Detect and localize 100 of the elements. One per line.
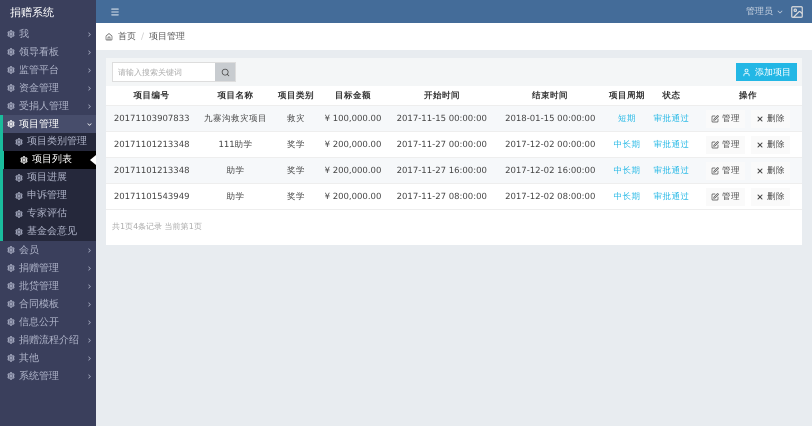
table-cell: 奖学 (274, 158, 318, 184)
table-cell: 助学 (197, 158, 274, 184)
edit-icon (710, 192, 719, 200)
sidebar-item[interactable]: 资金管理 (0, 79, 96, 97)
table-cell: 20171103907833 (106, 106, 198, 132)
sidebar-item[interactable]: 会员 (0, 241, 96, 259)
close-icon (756, 140, 764, 148)
table-cell: ¥ 200,000.00 (318, 132, 388, 158)
gear-icon (7, 336, 15, 344)
sidebar-item[interactable]: 合同模板 (0, 295, 96, 313)
submenu-item[interactable]: 基金会意见 (3, 223, 96, 241)
sidebar-item[interactable]: 项目管理 (0, 115, 96, 133)
user-icon (742, 68, 751, 76)
table-cell: 2017-11-27 08:00:00 (388, 184, 496, 210)
chevron-icon (86, 354, 93, 362)
table-cell: 20171101213348 (106, 132, 198, 158)
table-cell: ¥ 100,000.00 (318, 106, 388, 132)
gear-icon (7, 354, 15, 362)
sidebar-item[interactable]: 系统管理 (0, 367, 96, 385)
table-cell: 2018-01-15 00:00:00 (496, 106, 604, 132)
home-icon (105, 32, 113, 40)
broken-image-icon (790, 4, 804, 18)
chevron-icon (86, 282, 93, 290)
manage-button[interactable]: 管理 (706, 188, 745, 206)
chevron-icon (86, 264, 93, 272)
sidebar-item[interactable]: 受捐人管理 (0, 97, 96, 115)
chevron-icon (86, 84, 93, 92)
search-icon (220, 68, 230, 76)
close-icon (756, 192, 764, 200)
close-icon (756, 114, 764, 122)
chevron-icon (86, 120, 93, 128)
user-name: 管理员 (746, 6, 773, 18)
gear-icon (7, 30, 15, 38)
gear-icon (7, 48, 15, 56)
gear-icon (7, 318, 15, 326)
table-cell: 救灾 (274, 106, 318, 132)
sidebar-item[interactable]: 我 (0, 25, 96, 43)
submenu-item[interactable]: 项目列表 (0, 151, 96, 169)
gear-icon (15, 138, 23, 146)
manage-button[interactable]: 管理 (706, 162, 745, 180)
edit-icon (710, 114, 719, 122)
chevron-icon (86, 102, 93, 110)
chevron-icon (86, 300, 93, 308)
gear-icon (7, 84, 15, 92)
sidebar-item[interactable]: 其他 (0, 349, 96, 367)
table-cell: 2017-11-27 16:00:00 (388, 158, 496, 184)
chevron-icon (86, 246, 93, 254)
table-cell: 2017-12-02 08:00:00 (496, 184, 604, 210)
table-cell: 九寨沟救灾项目 (197, 106, 274, 132)
gear-icon (7, 372, 15, 380)
table-cell: 2017-11-15 00:00:00 (388, 106, 496, 132)
table-cell: 2017-12-02 16:00:00 (496, 158, 604, 184)
submenu-item[interactable]: 项目进展 (3, 169, 96, 187)
delete-button[interactable]: 删除 (750, 136, 790, 154)
table-cell: 111助学 (197, 132, 274, 158)
manage-button[interactable]: 管理 (706, 136, 745, 154)
table-cell: 助学 (197, 184, 274, 210)
gear-icon (7, 246, 15, 254)
chevron-icon (86, 30, 93, 38)
gear-icon (7, 300, 15, 308)
sidebar-item[interactable]: 批贷管理 (0, 277, 96, 295)
gear-icon (20, 156, 28, 164)
gear-icon (15, 210, 23, 218)
table-cell: 奖学 (274, 132, 318, 158)
sidebar-item[interactable]: 捐赠管理 (0, 259, 96, 277)
chevron-icon (86, 372, 93, 380)
breadcrumb-separator: / (141, 32, 144, 42)
submenu-item[interactable]: 申诉管理 (3, 187, 96, 205)
menu-icon[interactable] (110, 6, 120, 16)
sidebar-item[interactable]: 领导看板 (0, 43, 96, 61)
chevron-icon (86, 336, 93, 344)
gear-icon (7, 66, 15, 74)
delete-button[interactable]: 删除 (750, 110, 790, 128)
search-button[interactable] (215, 63, 235, 81)
gear-icon (7, 120, 15, 128)
manage-button[interactable]: 管理 (706, 110, 745, 128)
breadcrumb-item[interactable]: 首页 (118, 30, 136, 43)
table-cell: ¥ 200,000.00 (318, 158, 388, 184)
submenu-item[interactable]: 项目类别管理 (3, 133, 96, 151)
chevron-icon (86, 318, 93, 326)
gear-icon (15, 192, 23, 200)
search-field[interactable]: 请输入搜索关键词 (112, 62, 236, 82)
sidebar-item[interactable]: 捐赠流程介绍 (0, 331, 96, 349)
delete-button[interactable]: 删除 (750, 162, 790, 180)
edit-icon (710, 166, 719, 174)
table-cell: 2017-11-27 00:00:00 (388, 132, 496, 158)
gear-icon (15, 174, 23, 182)
sidebar-item[interactable]: 监管平台 (0, 61, 96, 79)
chevron-icon (86, 66, 93, 74)
app-title: 捐赠系统 (9, 5, 55, 21)
table-cell: ¥ 200,000.00 (318, 184, 388, 210)
delete-button[interactable]: 删除 (750, 188, 790, 206)
table-cell: 20171101213348 (106, 158, 198, 184)
gear-icon (7, 264, 15, 272)
sidebar-item[interactable]: 信息公开 (0, 313, 96, 331)
gear-icon (15, 228, 23, 236)
table-cell: 奖学 (274, 184, 318, 210)
gear-icon (7, 282, 15, 290)
table-cell: 2017-12-02 00:00:00 (496, 132, 604, 158)
submenu-item[interactable]: 专家评估 (3, 205, 96, 223)
